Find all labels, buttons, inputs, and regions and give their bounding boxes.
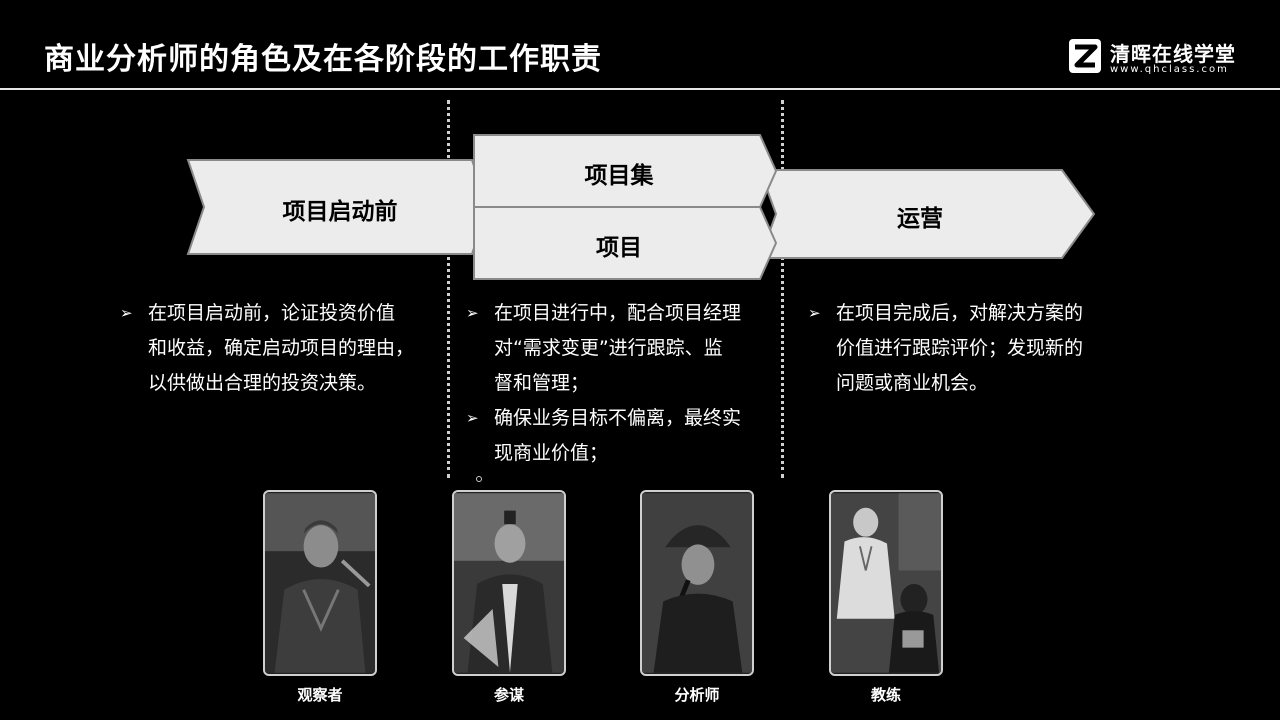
analyst-portrait [640, 490, 754, 676]
bullet-line: 确保业务目标不偏离，最终实 [494, 407, 742, 429]
project-duties: ➢ 在项目进行中，配合项目经理 对“需求变更”进行跟踪、监 督和管理； ➢ 确保… [466, 296, 786, 471]
list-item: ➢ 在项目进行中，配合项目经理 对“需求变更”进行跟踪、监 督和管理； [466, 296, 786, 401]
bullet-line: 价值进行跟踪评价；发现新的 [836, 337, 1084, 359]
label-project: 项目 [596, 235, 642, 261]
bullet-line: 督和管理； [494, 372, 590, 394]
role-label: 分析师 [674, 686, 720, 704]
bullet-arrow-icon: ➢ [120, 304, 133, 322]
decorative-dot [476, 476, 482, 482]
label-program: 项目集 [584, 163, 654, 189]
list-item: ➢ 在项目启动前，论证投资价值 和收益，确定启动项目的理由， 以供做出合理的投资… [120, 296, 450, 401]
pre-project-duties: ➢ 在项目启动前，论证投资价值 和收益，确定启动项目的理由， 以供做出合理的投资… [120, 296, 450, 401]
bullet-arrow-icon: ➢ [466, 409, 479, 427]
bullet-line: 以供做出合理的投资决策。 [148, 372, 377, 394]
bullet-arrow-icon: ➢ [808, 304, 821, 322]
bullet-line: 现商业价值； [494, 442, 609, 464]
label-operations: 运营 [897, 206, 943, 232]
bullet-line: 在项目进行中，配合项目经理 [494, 302, 742, 324]
bullet-line: 和收益，确定启动项目的理由， [148, 337, 415, 359]
list-item: ➢ 确保业务目标不偏离，最终实 现商业价值； [466, 401, 786, 471]
role-label: 观察者 [297, 686, 343, 704]
bullet-line: 对“需求变更”进行跟踪、监 [494, 337, 723, 359]
bullet-line: 问题或商业机会。 [836, 372, 989, 394]
role-label: 教练 [870, 686, 901, 704]
bullet-line: 在项目完成后，对解决方案的 [836, 302, 1084, 324]
advisor-portrait [452, 490, 566, 676]
list-item: ➢ 在项目完成后，对解决方案的 价值进行跟踪评价；发现新的 问题或商业机会。 [808, 296, 1138, 401]
observer-portrait [263, 490, 377, 676]
bullet-arrow-icon: ➢ [466, 304, 479, 322]
role-label: 参谋 [493, 686, 524, 704]
coach-portrait [829, 490, 943, 676]
bullet-line: 在项目启动前，论证投资价值 [148, 302, 396, 324]
operations-duties: ➢ 在项目完成后，对解决方案的 价值进行跟踪评价；发现新的 问题或商业机会。 [808, 296, 1138, 401]
label-pre-project: 项目启动前 [282, 199, 398, 225]
